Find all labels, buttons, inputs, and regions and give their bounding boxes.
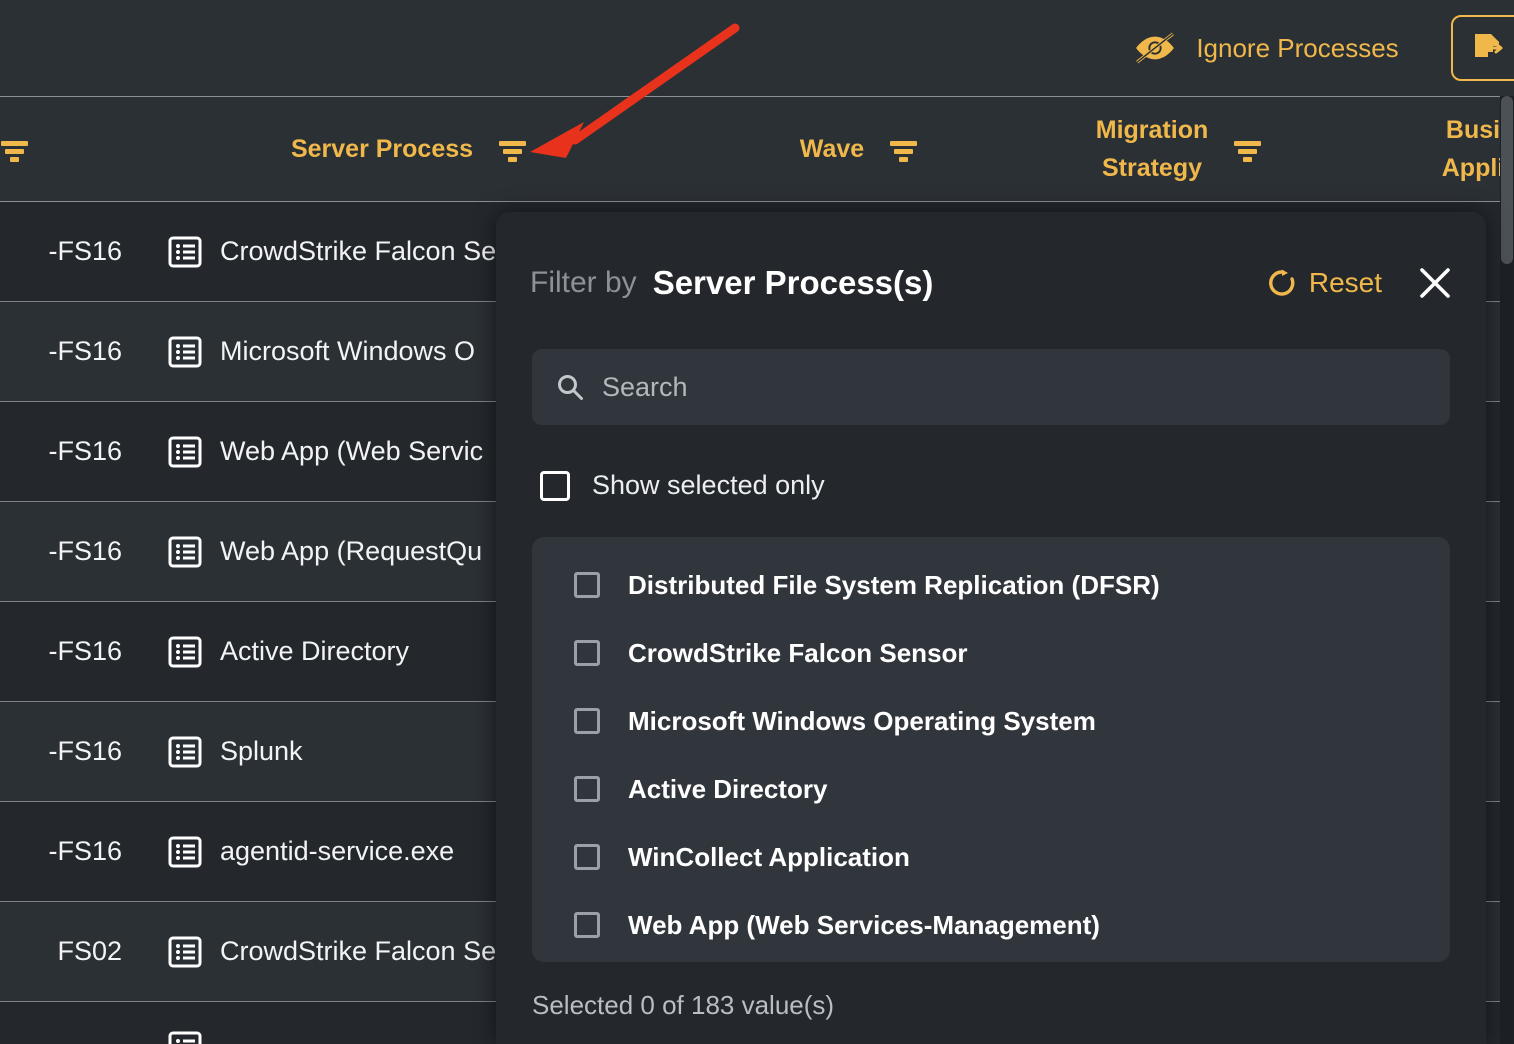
filter-dialog: Filter by Server Process(s) Reset [496, 212, 1486, 1044]
show-selected-only-checkbox[interactable] [540, 471, 570, 501]
reset-label: Reset [1309, 267, 1382, 299]
filter-by-label: Filter by [530, 266, 637, 300]
list-icon [168, 335, 202, 369]
cell-server-name: -FS16 [0, 836, 122, 867]
list-icon [168, 635, 202, 669]
cell-server-process-label: CrowdStrike Falcon Se [220, 936, 496, 967]
filter-option-row[interactable]: WinCollect Application [532, 823, 1450, 891]
ignore-processes-label: Ignore Processes [1196, 33, 1398, 64]
refresh-icon [1267, 268, 1297, 298]
list-icon [168, 235, 202, 269]
cell-server-process-label: Active Directory [220, 636, 409, 667]
table-column-header-wave: Wave [760, 97, 960, 202]
top-toolbar: Ignore Processes E [0, 0, 1514, 96]
cell-server-process-label: CrowdStrike Falcon Se [220, 236, 496, 267]
cell-server-process: CrowdStrike Falcon Se [168, 935, 496, 969]
filter-option-list: Distributed File System Replication (DFS… [532, 537, 1450, 962]
filter-dialog-header: Filter by Server Process(s) Reset [530, 256, 1452, 310]
wave-filter-icon[interactable] [890, 137, 920, 163]
cell-server-process-label: agentid-service.exe [220, 836, 454, 867]
cell-server-name: FS02 [0, 936, 122, 967]
list-icon [168, 735, 202, 769]
cell-server-name: -FS16 [0, 236, 122, 267]
vertical-scrollbar-thumb[interactable] [1501, 96, 1513, 264]
table-column-header-business-application: Busi Appli [1398, 97, 1514, 202]
table-column-header-blank [0, 97, 56, 202]
export-button[interactable]: E [1451, 15, 1514, 81]
filter-selection-status: Selected 0 of 183 value(s) [532, 990, 834, 1021]
ignore-processes-button[interactable]: Ignore Processes [1132, 31, 1398, 65]
cell-server-process: Microsoft Windows O [168, 335, 475, 369]
wave-column-label: Wave [800, 131, 864, 169]
cell-server-process: Active Directory [168, 635, 409, 669]
filter-option-row[interactable]: Distributed File System Replication (DFS… [532, 551, 1450, 619]
show-selected-only-toggle[interactable]: Show selected only [540, 470, 825, 501]
cell-server-process: CrowdStrike Falcon Se [168, 235, 496, 269]
cell-server-process-label: Splunk [220, 736, 303, 767]
cell-server-process: Web App (Web Servic [168, 435, 483, 469]
reset-filter-button[interactable]: Reset [1267, 267, 1382, 299]
server-process-column-label: Server Process [291, 131, 473, 169]
filter-option-checkbox[interactable] [574, 776, 600, 802]
cell-server-process: agentid-service.exe [168, 835, 454, 869]
cell-server-name: -FS16 [0, 536, 122, 567]
filter-option-label: Active Directory [628, 774, 827, 805]
cell-server-process-label: Web App (Web Servic [220, 436, 483, 467]
list-icon [168, 535, 202, 569]
cell-server-name: -FS16 [0, 736, 122, 767]
filter-option-checkbox[interactable] [574, 572, 600, 598]
cell-server-name: -FS16 [0, 436, 122, 467]
eye-slash-icon [1132, 31, 1178, 65]
filter-option-row[interactable]: Web App (Web Services-Management) [532, 891, 1450, 959]
filter-option-checkbox[interactable] [574, 912, 600, 938]
table-column-header-server-process: Server Process [240, 97, 580, 202]
filter-option-row[interactable]: Microsoft Windows Operating System [532, 687, 1450, 755]
filter-option-label: Web App (Web Services-Management) [628, 910, 1100, 941]
export-icon [1471, 31, 1505, 65]
cell-server-process: Web App (RequestQu [168, 535, 482, 569]
table-header-row: Server Process Wave Migrati [0, 96, 1514, 202]
show-selected-only-label: Show selected only [592, 470, 825, 501]
app-root: Ignore Processes E [0, 0, 1514, 1044]
cell-server-process-label: Microsoft Windows O [220, 336, 475, 367]
filter-option-label: WinCollect Application [628, 842, 910, 873]
filter-dialog-actions: Reset [1267, 266, 1452, 300]
cell-server-process: Splunk [168, 735, 303, 769]
search-icon [556, 373, 584, 401]
filter-search-box[interactable] [532, 349, 1450, 425]
vertical-scrollbar[interactable] [1500, 96, 1514, 1044]
filter-option-label: Microsoft Windows Operating System [628, 706, 1096, 737]
filter-option-checkbox[interactable] [574, 640, 600, 666]
list-icon [168, 435, 202, 469]
close-icon[interactable] [1418, 266, 1452, 300]
filter-option-checkbox[interactable] [574, 708, 600, 734]
cell-server-process [168, 1030, 202, 1044]
cell-server-name: -FS16 [0, 636, 122, 667]
filter-option-checkbox[interactable] [574, 844, 600, 870]
migration-strategy-column-label: Migration Strategy [1096, 112, 1209, 187]
filter-option-row[interactable]: CrowdStrike Falcon Sensor [532, 619, 1450, 687]
table-column-header-migration-strategy: Migration Strategy [1060, 97, 1300, 202]
filter-option-label: Distributed File System Replication (DFS… [628, 570, 1160, 601]
filter-search-input[interactable] [602, 372, 1426, 403]
list-icon [168, 1030, 202, 1044]
list-icon [168, 835, 202, 869]
migration-strategy-filter-icon[interactable] [1234, 137, 1264, 163]
cell-server-name: -FS16 [0, 336, 122, 367]
filter-dialog-title: Server Process(s) [653, 264, 934, 302]
server-process-filter-icon[interactable] [499, 137, 529, 163]
filter-option-label: CrowdStrike Falcon Sensor [628, 638, 968, 669]
cell-server-process-label: Web App (RequestQu [220, 536, 482, 567]
filter-option-row[interactable]: Active Directory [532, 755, 1450, 823]
list-icon [168, 935, 202, 969]
blank-column-filter-icon[interactable] [1, 137, 31, 163]
business-application-column-label: Busi Appli [1398, 112, 1514, 187]
